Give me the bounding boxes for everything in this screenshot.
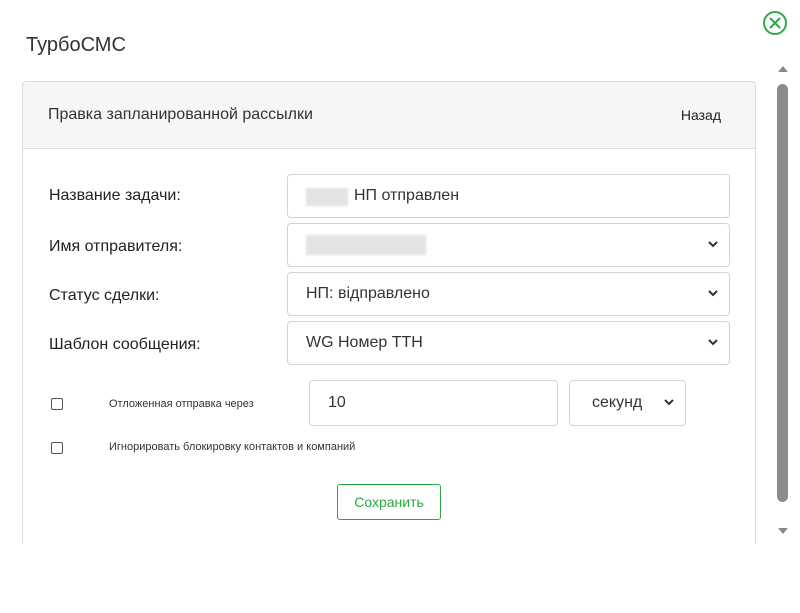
scrollbar[interactable]	[776, 66, 790, 544]
back-button[interactable]: Назад	[681, 107, 721, 123]
message-template-value: WG Номер ТТН	[306, 334, 423, 351]
close-icon[interactable]	[762, 10, 788, 36]
chevron-down-icon	[708, 290, 718, 297]
redacted-area	[306, 188, 348, 206]
ignore-block-checkbox[interactable]	[51, 442, 63, 454]
delay-unit-select[interactable]: секунд	[569, 380, 686, 426]
deal-status-select[interactable]: НП: відправлено	[287, 272, 730, 316]
scroll-thumb[interactable]	[777, 84, 788, 502]
chevron-down-icon	[708, 339, 718, 346]
delay-amount-input[interactable]: 10	[309, 380, 558, 426]
sender-name-select[interactable]	[287, 223, 730, 267]
scroll-down-arrow-icon[interactable]	[778, 528, 788, 534]
delayed-send-checkbox[interactable]	[51, 398, 63, 410]
message-template-select[interactable]: WG Номер ТТН	[287, 321, 730, 365]
chevron-down-icon	[664, 399, 674, 406]
app-title: ТурбоСМС	[26, 34, 126, 56]
redacted-area	[306, 235, 426, 255]
deal-status-value: НП: відправлено	[306, 285, 430, 302]
card-title: Правка запланированной рассылки	[48, 106, 313, 123]
save-button[interactable]: Сохранить	[337, 484, 441, 520]
edit-mailing-card: Правка запланированной рассылки Назад На…	[22, 81, 756, 544]
card-header: Правка запланированной рассылки Назад	[23, 82, 755, 149]
delay-unit-value: секунд	[592, 394, 643, 411]
deal-status-label: Статус сделки:	[49, 287, 160, 304]
delay-amount-value: 10	[328, 394, 346, 411]
task-name-input[interactable]: НП отправлен	[287, 174, 730, 218]
task-name-label: Название задачи:	[49, 187, 181, 204]
sender-name-label: Имя отправителя:	[49, 238, 183, 255]
scroll-up-arrow-icon[interactable]	[778, 66, 788, 72]
message-template-label: Шаблон сообщения:	[49, 336, 201, 353]
task-name-value: НП отправлен	[354, 187, 460, 204]
ignore-block-label: Игнорировать блокировку контактов и комп…	[109, 441, 356, 453]
delayed-send-label: Отложенная отправка через	[109, 398, 254, 410]
chevron-down-icon	[708, 241, 718, 248]
